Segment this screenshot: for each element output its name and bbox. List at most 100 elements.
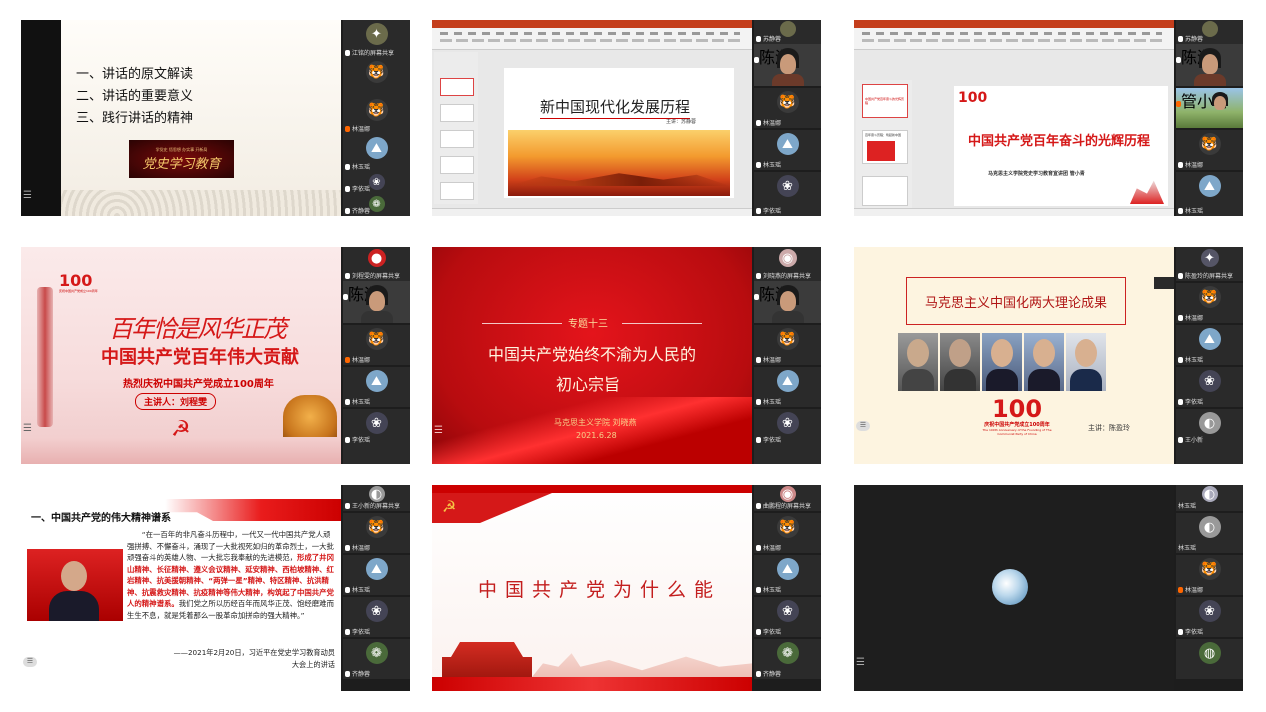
participant-video[interactable]: 陈淑 bbox=[1176, 44, 1243, 86]
participant-thumb[interactable]: ⛰ 林玉瑶 bbox=[754, 130, 821, 170]
mic-icon bbox=[345, 207, 350, 214]
party-logo: 100 bbox=[958, 90, 988, 106]
outline-item-2: 二、讲话的重要意义 bbox=[76, 89, 194, 104]
participant-thumb[interactable]: ◐ 王小新 bbox=[1176, 409, 1243, 464]
mic-icon bbox=[756, 356, 761, 363]
participant-avatar: ❀ bbox=[776, 600, 799, 622]
participant-main-view: ☰ bbox=[854, 485, 1174, 691]
participant-thumb[interactable]: ❁ 齐静蓉 bbox=[343, 639, 410, 679]
participant-thumb[interactable]: ◐ 林玉瑶 bbox=[1176, 485, 1243, 511]
meeting-tile-7[interactable]: 一、中国共产党的伟大精神谱系 “在一百年的非凡奋斗历程中，一代又一代中国共产党人… bbox=[21, 485, 410, 691]
participant-avatar: 🐯 bbox=[776, 91, 799, 113]
menu-icon[interactable]: ☰ bbox=[856, 657, 865, 668]
participant-thumb[interactable]: 🐯 林温娜 bbox=[1176, 130, 1243, 170]
participant-thumb[interactable]: ❀ 李依瑶 bbox=[1176, 367, 1243, 407]
participant-thumb[interactable]: ⛰ 林玉瑶 bbox=[1176, 325, 1243, 365]
participant-thumb[interactable]: 🐯 林温娜 bbox=[343, 325, 410, 365]
participant-thumb[interactable]: 🐯 bbox=[343, 58, 410, 96]
participant-thumb[interactable]: 🐯 林温娜 bbox=[1176, 555, 1243, 595]
shared-screen: 中国共产党百年奋斗的光辉历程 百年奋斗历程：筑起新中国 100 中国共产党百年奋… bbox=[854, 20, 1174, 216]
participant-avatar: 🐯 bbox=[1198, 558, 1221, 580]
participant-video[interactable]: 管小青 bbox=[1176, 88, 1243, 128]
participant-thumb[interactable]: 🐯 林温娜 bbox=[343, 96, 410, 134]
participant-avatar: 🐯 bbox=[365, 61, 388, 83]
participant-thumb[interactable]: ⛰ 林玉瑶 bbox=[1176, 172, 1243, 216]
participant-thumb[interactable]: ◉ 刘晓燕的屏幕共享 bbox=[754, 247, 821, 281]
meeting-tile-2[interactable]: 新中国现代化发展历程 主讲：苏静蓉 苏静蓉 陈淑 🐯 林温娜 ⛰ 林玉瑶 ❀ 李… bbox=[432, 20, 821, 216]
shared-screen: 马克思主义中国化两大理论成果 100 庆祝中国共产党成立100周年 The 10… bbox=[854, 247, 1174, 464]
slide-title: 马克思主义中国化两大理论成果 bbox=[906, 277, 1126, 325]
participant-avatar: ❀ bbox=[365, 600, 388, 622]
participant-avatar: ◐ bbox=[1198, 412, 1221, 434]
meeting-tile-1[interactable]: 一、讲话的原文解读 二、讲话的重要意义 三、践行讲话的精神 学党史 悟思想 办实… bbox=[21, 20, 410, 216]
participant-gallery: 苏静蓉 陈淑 管小青 🐯 林温娜 ⛰ 林玉瑶 bbox=[1176, 20, 1243, 216]
meeting-tile-8[interactable]: ☭ 中国共产党为什么能 ◉ 曲鹏程的屏幕共享 🐯 林温娜 ⛰ 林玉瑶 ❀ 李依瑶… bbox=[432, 485, 821, 691]
participant-thumb[interactable]: 苏静蓉 bbox=[1176, 20, 1243, 44]
slide-title: 中国共产党为什么能 bbox=[478, 579, 722, 601]
participant-avatar bbox=[779, 21, 796, 37]
participant-thumb[interactable]: ◉ 曲鹏程的屏幕共享 bbox=[754, 485, 821, 511]
menu-icon[interactable]: ☰ bbox=[23, 423, 32, 434]
participant-thumb[interactable]: ◍ bbox=[1176, 639, 1243, 679]
participant-gallery: ◉ 刘晓燕的屏幕共享 陈淑 🐯 林温娜 ⛰ 林玉瑶 ❀ 李依瑶 bbox=[754, 247, 821, 464]
participant-thumb[interactable]: 🐯 林温娜 bbox=[343, 513, 410, 553]
participant-video[interactable]: 陈淑 bbox=[754, 44, 821, 86]
participant-thumb[interactable]: ❀ 李依瑶 bbox=[343, 172, 410, 194]
mic-icon bbox=[345, 436, 350, 443]
menu-icon[interactable]: ☰ bbox=[23, 190, 32, 201]
participant-gallery: 苏静蓉 陈淑 🐯 林温娜 ⛰ 林玉瑶 ❀ 李依瑶 bbox=[754, 20, 821, 216]
participant-video[interactable]: 陈淑 bbox=[343, 281, 410, 323]
meeting-tile-3[interactable]: 中国共产党百年奋斗的光辉历程 百年奋斗历程：筑起新中国 100 中国共产党百年奋… bbox=[854, 20, 1243, 216]
participant-thumb[interactable]: ❀ 李依瑶 bbox=[754, 172, 821, 216]
participant-thumb[interactable]: ◐ 王小新的屏幕共享 bbox=[343, 485, 410, 511]
meeting-tile-4[interactable]: 100 庆祝中国共产党成立100周年 百年恰是风华正茂 中国共产党百年伟大贡献 … bbox=[21, 247, 410, 464]
participant-thumb[interactable]: ❀ 李依瑶 bbox=[343, 409, 410, 464]
participant-thumb[interactable]: ❀ 李依瑶 bbox=[1176, 597, 1243, 637]
mic-icon bbox=[345, 502, 350, 509]
participant-thumb[interactable]: ⛰ 林玉瑶 bbox=[343, 134, 410, 172]
participant-avatar: 🐯 bbox=[1198, 286, 1221, 308]
participant-thumb[interactable]: 🐯 林温娜 bbox=[754, 88, 821, 128]
participant-thumb[interactable]: ❁ 齐静蓉 bbox=[343, 194, 410, 216]
participant-avatar: ❀ bbox=[776, 412, 799, 434]
participant-thumb[interactable]: ✦ 陈盈玲的屏幕共享 bbox=[1176, 247, 1243, 281]
participant-thumb[interactable]: ✦ 江铭的屏幕共享 bbox=[343, 20, 410, 58]
participant-avatar: 🐯 bbox=[776, 328, 799, 350]
participant-thumb[interactable]: 🐯 林温娜 bbox=[1176, 283, 1243, 323]
participant-avatar: ❁ bbox=[365, 642, 388, 664]
party-logo: 100 庆祝中国共产党成立100周年 The 100th Anniversary… bbox=[982, 395, 1052, 436]
leader-portraits bbox=[898, 333, 1106, 391]
participant-thumb[interactable]: 苏静蓉 bbox=[754, 20, 821, 44]
shared-screen: 一、讲话的原文解读 二、讲话的重要意义 三、践行讲话的精神 学党史 悟思想 办实… bbox=[21, 20, 341, 216]
slide-thumbnail-pane[interactable]: 中国共产党百年奋斗的光辉历程 百年奋斗历程：筑起新中国 bbox=[856, 80, 912, 208]
participant-thumb[interactable]: ❀ 李依瑶 bbox=[754, 409, 821, 464]
participant-avatar: ❀ bbox=[368, 174, 385, 190]
meeting-tile-5[interactable]: 专题十三 中国共产党始终不渝为人民的 初心宗旨 马克思主义学院 刘晓燕 2021… bbox=[432, 247, 821, 464]
participant-thumb[interactable]: ⛰ 林玉瑶 bbox=[754, 367, 821, 407]
participant-thumb[interactable]: 🐯 林温娜 bbox=[754, 325, 821, 365]
expand-button[interactable]: ☰ bbox=[23, 657, 37, 667]
mic-icon bbox=[345, 398, 350, 405]
outline-item-3: 三、践行讲话的精神 bbox=[76, 111, 194, 126]
participant-thumb[interactable]: ❀ 李依瑶 bbox=[343, 597, 410, 637]
expand-button[interactable]: ☰ bbox=[856, 421, 870, 431]
participant-thumb[interactable]: ⛰ 林玉瑶 bbox=[754, 555, 821, 595]
meeting-tile-6[interactable]: 马克思主义中国化两大理论成果 100 庆祝中国共产党成立100周年 The 10… bbox=[854, 247, 1243, 464]
mic-icon bbox=[756, 502, 761, 509]
participant-thumb[interactable]: ● 刘程雯的屏幕共享 bbox=[343, 247, 410, 281]
participant-thumb[interactable]: ❁ 齐静蓉 bbox=[754, 639, 821, 679]
slide-title: 中国共产党始终不渝为人民的 bbox=[488, 345, 697, 364]
participant-thumb[interactable]: ⛰ 林玉瑶 bbox=[343, 555, 410, 595]
participant-thumb[interactable]: 🐯 林温娜 bbox=[754, 513, 821, 553]
mic-icon bbox=[1178, 161, 1183, 168]
slide-title: 新中国现代化发展历程 bbox=[540, 96, 691, 119]
participant-thumb[interactable]: ◐ 林玉瑶 bbox=[1176, 513, 1243, 553]
participant-thumb[interactable]: ❀ 李依瑶 bbox=[754, 597, 821, 637]
participant-video[interactable]: 陈淑 bbox=[754, 281, 821, 323]
menu-icon[interactable]: ☰ bbox=[434, 425, 443, 436]
participant-avatar: ◉ bbox=[778, 249, 797, 267]
participant-avatar: 🐯 bbox=[1198, 133, 1221, 155]
participant-thumb[interactable]: ⛰ 林玉瑶 bbox=[343, 367, 410, 407]
meeting-tile-9[interactable]: ☰ ◐ 林玉瑶 ◐ 林玉瑶 🐯 林温娜 ❀ 李依瑶 ◍ bbox=[854, 485, 1243, 691]
slide-thumbnail-pane[interactable] bbox=[434, 52, 478, 204]
